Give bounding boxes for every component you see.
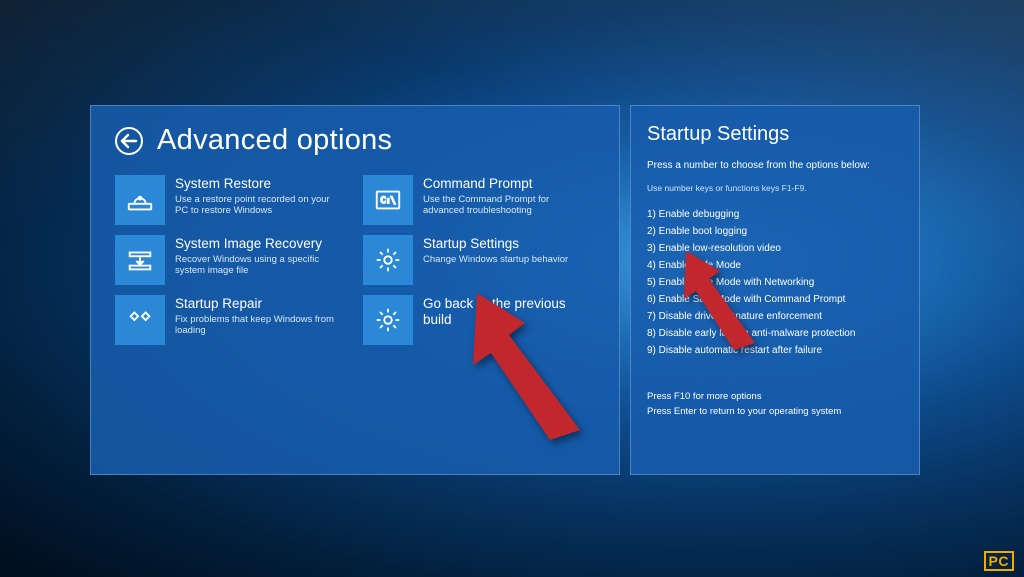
tile-startup-repair[interactable]: Startup Repair Fix problems that keep Wi… (115, 295, 347, 345)
startup-option[interactable]: 2) Enable boot logging (647, 223, 903, 240)
tile-command-prompt[interactable]: C:\ Command Prompt Use the Command Promp… (363, 175, 595, 225)
startup-settings-instruction: Press a number to choose from the option… (647, 159, 903, 174)
back-button[interactable] (115, 127, 143, 155)
startup-settings-panel: Startup Settings Press a number to choos… (630, 105, 920, 475)
startup-repair-icon (115, 295, 165, 345)
startup-option[interactable]: 7) Disable driver signature enforcement (647, 308, 903, 325)
startup-option[interactable]: 6) Enable Safe Mode with Command Prompt (647, 291, 903, 308)
tile-desc: Use a restore point recorded on your PC … (175, 194, 345, 218)
tile-title: System Image Recovery (175, 236, 345, 252)
startup-footer-line: Press F10 for more options (647, 389, 903, 404)
startup-option[interactable]: 5) Enable Safe Mode with Networking (647, 274, 903, 291)
svg-text:C:\: C:\ (381, 195, 396, 205)
tile-go-back[interactable]: Go back to the previous build (363, 295, 595, 345)
startup-settings-title: Startup Settings (647, 120, 903, 149)
tile-desc: Use the Command Prompt for advanced trou… (423, 194, 593, 218)
startup-option[interactable]: 9) Disable automatic restart after failu… (647, 342, 903, 359)
tile-title: Startup Settings (423, 236, 568, 252)
watermark-badge: PC (984, 551, 1014, 571)
startup-option[interactable]: 1) Enable debugging (647, 206, 903, 223)
tile-system-restore[interactable]: System Restore Use a restore point recor… (115, 175, 347, 225)
system-restore-icon (115, 175, 165, 225)
system-image-recovery-icon (115, 235, 165, 285)
tile-startup-settings[interactable]: Startup Settings Change Windows startup … (363, 235, 595, 285)
startup-option[interactable]: 8) Disable early launch anti-malware pro… (647, 325, 903, 342)
gear-icon (363, 235, 413, 285)
page-title: Advanced options (157, 124, 392, 157)
tile-title: Go back to the previous build (423, 296, 595, 327)
gear-icon (363, 295, 413, 345)
advanced-options-panel: Advanced options System Restore Use a re… (90, 105, 620, 475)
tile-desc: Change Windows startup behavior (423, 254, 568, 266)
startup-options-list: 1) Enable debugging 2) Enable boot loggi… (647, 206, 903, 359)
startup-settings-hint: Use number keys or functions keys F1-F9. (647, 182, 903, 194)
watermark: PC (984, 551, 1014, 571)
startup-footer-line: Press Enter to return to your operating … (647, 404, 903, 419)
tile-title: Startup Repair (175, 296, 345, 312)
tile-desc: Recover Windows using a specific system … (175, 254, 345, 278)
tile-desc: Fix problems that keep Windows from load… (175, 314, 345, 338)
startup-option[interactable]: 3) Enable low-resolution video (647, 240, 903, 257)
tile-title: System Restore (175, 176, 345, 192)
startup-option[interactable]: 4) Enable Safe Mode (647, 257, 903, 274)
command-prompt-icon: C:\ (363, 175, 413, 225)
tile-title: Command Prompt (423, 176, 593, 192)
tile-system-image-recovery[interactable]: System Image Recovery Recover Windows us… (115, 235, 347, 285)
